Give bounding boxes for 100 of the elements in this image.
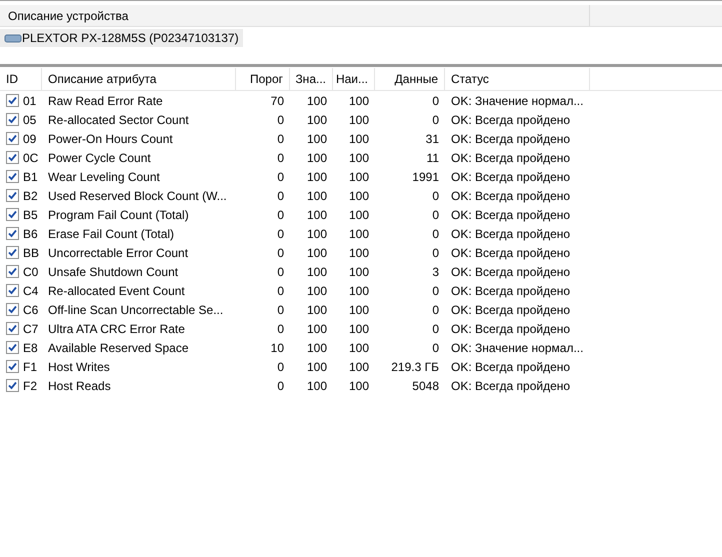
column-header[interactable]: Порог [236, 68, 290, 90]
column-header[interactable]: Наи... [333, 68, 375, 90]
threshold-cell-text: 0 [277, 244, 284, 262]
checkbox[interactable] [6, 94, 19, 107]
checkbox[interactable] [6, 227, 19, 240]
value-cell-text: 100 [306, 130, 327, 148]
attribute-id: F1 [23, 358, 38, 376]
data-cell-text: 0 [432, 92, 439, 110]
threshold-cell-text: 0 [277, 112, 284, 128]
threshold-cell-text: 0 [277, 130, 284, 148]
data-cell-text: 0 [432, 244, 439, 262]
data-cell-text: 219.3 ГБ [391, 358, 439, 376]
attribute-name: Erase Fail Count (Total) [48, 226, 174, 242]
column-header[interactable]: ID [0, 68, 42, 90]
status-cell-text: OK: Всегда пройдено [451, 188, 570, 204]
status-cell-text: OK: Всегда пройдено [451, 378, 570, 394]
checkbox[interactable] [6, 170, 19, 183]
value-cell-text: 100 [306, 206, 327, 224]
status-cell-text: OK: Значение нормал... [451, 340, 584, 356]
data-cell-text: 1991 [412, 168, 439, 186]
attribute-id: 01 [23, 92, 36, 110]
data-cell-text: 3 [432, 264, 439, 280]
attribute-id: C0 [23, 264, 38, 280]
attribute-id: F2 [23, 378, 38, 394]
worst-cell-text: 100 [348, 168, 369, 186]
attribute-id: 05 [23, 112, 36, 128]
threshold-cell-text: 70 [270, 92, 284, 110]
worst-cell-text: 100 [348, 264, 369, 280]
attribute-name: Available Reserved Space [48, 340, 189, 356]
column-header[interactable]: Описание атрибута [42, 68, 236, 90]
checkmark-icon [8, 248, 17, 257]
attribute-name: Re-allocated Event Count [48, 282, 185, 300]
data-cell-text: 0 [432, 188, 439, 204]
attribute-name: Unsafe Shutdown Count [48, 264, 178, 280]
data-cell-text: 5048 [412, 378, 439, 394]
data-cell-text: 0 [432, 340, 439, 356]
device-panel-header: Описание устройства [8, 8, 128, 24]
status-cell-text: OK: Всегда пройдено [451, 168, 570, 186]
checkbox[interactable] [6, 189, 19, 202]
checkbox[interactable] [6, 379, 19, 392]
status-cell-text: OK: Всегда пройдено [451, 282, 570, 300]
data-cell-text: 0 [432, 302, 439, 318]
value-cell-text: 100 [306, 320, 327, 338]
threshold-cell-text: 0 [277, 282, 284, 300]
attribute-name: Ultra ATA CRC Error Rate [48, 320, 185, 338]
attribute-id: B2 [23, 188, 38, 204]
checkbox[interactable] [6, 303, 19, 316]
value-cell-text: 100 [306, 188, 327, 204]
value-cell-text: 100 [306, 340, 327, 356]
checkbox[interactable] [6, 322, 19, 335]
value-cell-text: 100 [306, 150, 327, 166]
checkbox[interactable] [6, 113, 19, 126]
worst-cell-text: 100 [348, 188, 369, 204]
checkbox[interactable] [6, 360, 19, 373]
worst-cell-text: 100 [348, 340, 369, 356]
threshold-cell-text: 0 [277, 226, 284, 242]
attribute-name: Uncorrectable Error Count [48, 244, 188, 262]
checkbox[interactable] [6, 132, 19, 145]
value-cell-text: 100 [306, 282, 327, 300]
data-cell-text: 31 [426, 130, 439, 148]
checkbox[interactable] [6, 208, 19, 221]
checkbox[interactable] [6, 284, 19, 297]
attribute-id: C6 [23, 302, 38, 318]
checkbox[interactable] [6, 151, 19, 164]
attribute-id: C4 [23, 282, 38, 300]
checkbox[interactable] [6, 341, 19, 354]
status-cell-text: OK: Всегда пройдено [451, 226, 570, 242]
threshold-cell-text: 0 [277, 358, 284, 376]
data-cell-text: 0 [432, 206, 439, 224]
threshold-cell-text: 0 [277, 378, 284, 394]
worst-cell-text: 100 [348, 226, 369, 242]
threshold-cell-text: 0 [277, 188, 284, 204]
attribute-name: Host Reads [48, 378, 111, 394]
value-cell-text: 100 [306, 168, 327, 186]
attribute-name: Wear Leveling Count [48, 168, 160, 186]
status-cell-text: OK: Всегда пройдено [451, 358, 570, 376]
status-cell-text: OK: Всегда пройдено [451, 130, 570, 148]
threshold-cell-text: 0 [277, 320, 284, 338]
status-cell-text: OK: Значение нормал... [451, 92, 584, 110]
worst-cell-text: 100 [348, 150, 369, 166]
value-cell-text: 100 [306, 264, 327, 280]
checkbox[interactable] [6, 265, 19, 278]
data-cell-text: 0 [432, 282, 439, 300]
status-cell-text: OK: Всегда пройдено [451, 112, 570, 128]
device-item[interactable]: PLEXTOR PX-128M5S (P02347103137) [0, 29, 243, 47]
attribute-name: Host Writes [48, 358, 110, 376]
status-cell-text: OK: Всегда пройдено [451, 244, 570, 262]
column-header[interactable]: Статус [445, 68, 590, 90]
worst-cell-text: 100 [348, 320, 369, 338]
attribute-name: Power-On Hours Count [48, 130, 173, 148]
value-cell-text: 100 [306, 378, 327, 394]
column-header[interactable]: Данные [375, 68, 445, 90]
attribute-id: C7 [23, 320, 38, 338]
checkbox[interactable] [6, 246, 19, 259]
checkmark-icon [8, 343, 17, 352]
column-header[interactable]: Зна... [290, 68, 333, 90]
status-cell-text: OK: Всегда пройдено [451, 320, 570, 338]
threshold-cell-text: 0 [277, 168, 284, 186]
attribute-name: Off-line Scan Uncorrectable Se... [48, 302, 224, 318]
threshold-cell-text: 0 [277, 264, 284, 280]
